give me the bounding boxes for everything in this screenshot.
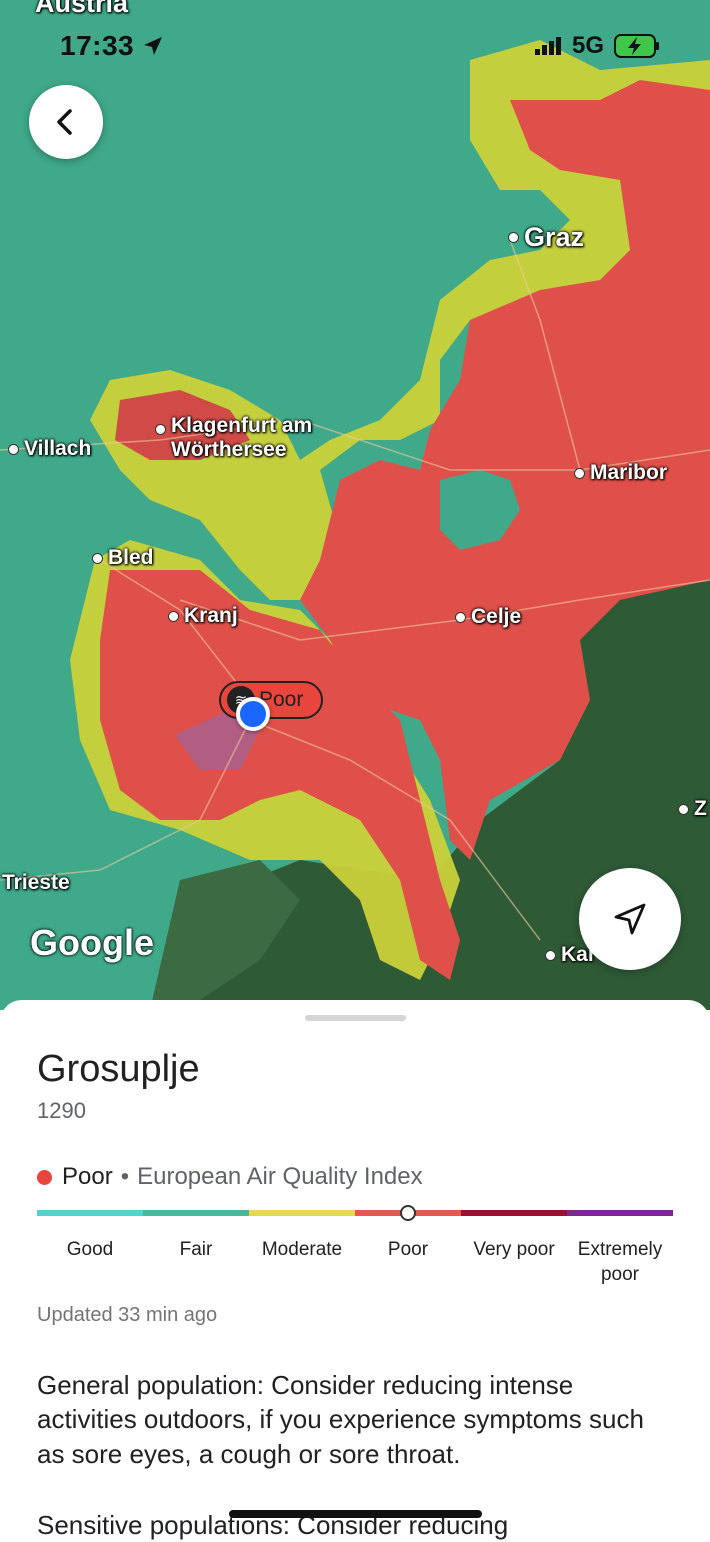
battery-charging-icon [614,34,659,58]
chevron-left-icon [57,109,72,135]
separator: • [120,1163,130,1190]
network-status: 5G [534,32,660,60]
scale-label-very-poor: Very poor [473,1239,555,1260]
aqi-scale-bar [37,1210,673,1216]
back-button[interactable] [29,85,103,159]
city-label-kranj[interactable]: Kranj [168,604,238,628]
city-label-maribor[interactable]: Maribor [574,461,667,485]
sheet-grabber[interactable] [305,1015,406,1021]
network-type: 5G [571,32,604,59]
aqi-scale-labels: Good Fair Moderate Poor Very poor Extremely p… [37,1238,673,1287]
city-label-villach[interactable]: Villach [8,437,91,461]
place-name: Grosuplje [37,1048,200,1090]
details-sheet[interactable]: Grosuplje 1290 Poor • European Air Quali… [0,1000,710,1540]
city-label-zagreb[interactable]: Z [678,797,707,821]
scale-segment-good [37,1210,143,1216]
location-arrow-icon [144,37,163,55]
scale-segment-moderate [249,1210,355,1216]
city-label-celje[interactable]: Celje [455,605,521,629]
country-label: Austria [35,0,129,18]
navigation-arrow-icon [614,903,646,935]
signal-bars-icon [534,37,561,55]
scale-label-moderate: Moderate [261,1239,343,1260]
city-label-trieste[interactable]: Trieste [2,871,70,895]
current-location-dot [236,697,270,731]
city-label-klagenfurt[interactable]: Klagenfurt am Wörthersee [155,414,312,462]
postal-code: 1290 [37,1098,86,1123]
scale-label-poor: Poor [387,1239,429,1260]
scale-segment-fair [143,1210,249,1216]
aqi-status: Poor [62,1163,113,1190]
scale-label-extremely-poor: Extremely poor [577,1239,663,1285]
scale-label-fair: Fair [179,1239,213,1260]
status-time: 17:33 [60,30,164,62]
air-quality-map[interactable]: 17:33 5G Austria Graz Klagenfurt am Wört… [0,0,710,1010]
google-attribution: Google [30,922,154,963]
scale-label-good: Good [66,1239,114,1260]
status-dot [37,1169,52,1185]
scale-segment-very-poor [461,1210,567,1216]
updated-time: Updated 33 min ago [37,1304,218,1326]
city-label-bled[interactable]: Bled [92,546,154,570]
map-layers [0,0,710,1010]
my-location-button[interactable] [579,868,681,970]
aqi-index-name: European Air Quality Index [137,1163,423,1190]
advice-general: General population: Consider reducing in… [37,1370,644,1469]
aqi-scale-marker [399,1205,416,1221]
scale-segment-extremely-poor [567,1210,673,1216]
city-label-graz[interactable]: Graz [508,222,584,253]
aqi-status-row: Poor • European Air Quality Index [37,1163,423,1191]
clock-text: 17:33 [60,30,135,61]
home-indicator[interactable] [229,1510,482,1518]
